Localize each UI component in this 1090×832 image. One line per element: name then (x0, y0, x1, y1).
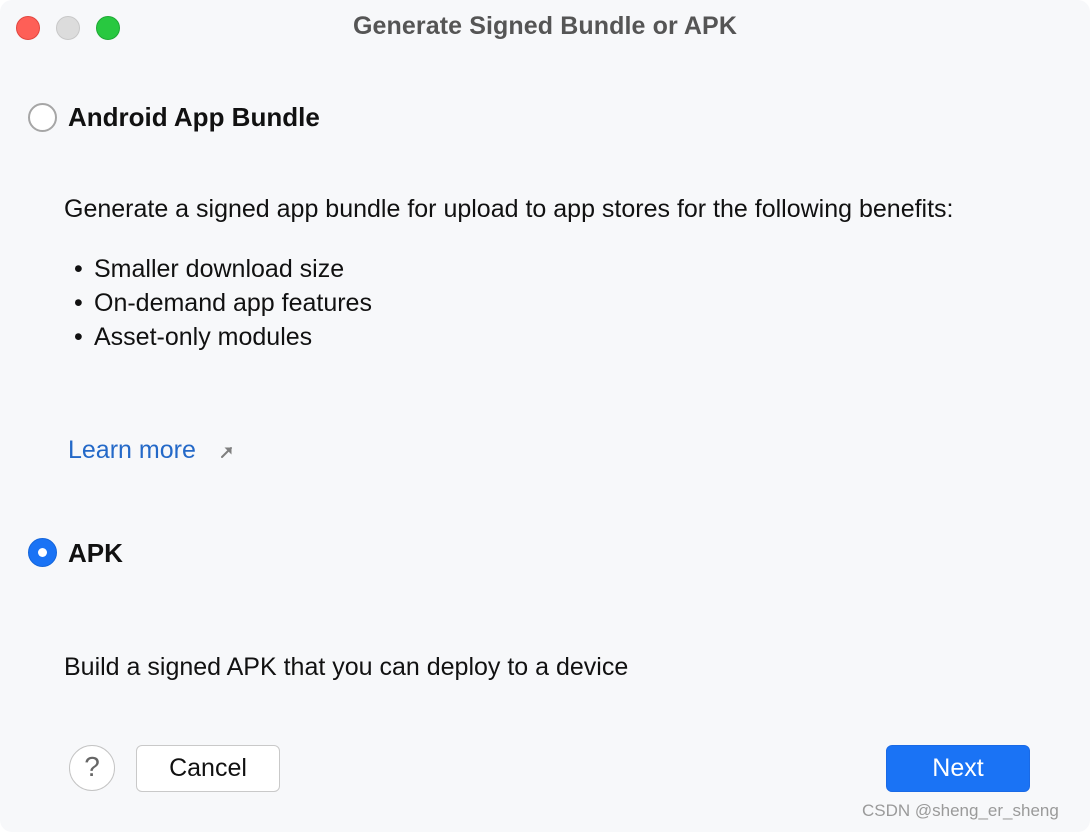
watermark-text: CSDN @sheng_er_sheng (862, 801, 1059, 820)
cancel-button[interactable]: Cancel (136, 745, 280, 792)
dialog-title: Generate Signed Bundle or APK (353, 12, 737, 40)
bullet-icon: • (74, 289, 83, 317)
help-button[interactable]: ? (69, 745, 115, 791)
list-item: • Asset-only modules (74, 323, 313, 351)
radio-apk[interactable] (28, 538, 57, 567)
radio-android-app-bundle[interactable] (28, 103, 57, 132)
question-mark-icon: ? (84, 751, 100, 782)
list-item: • Smaller download size (74, 255, 345, 283)
learn-more-link[interactable]: Learn more (68, 436, 196, 465)
apk-description: Build a signed APK that you can deploy t… (64, 653, 629, 681)
radio-selected-dot-icon (38, 548, 47, 557)
title-bar: Generate Signed Bundle or APK (0, 0, 1090, 56)
external-link-arrow-icon[interactable] (219, 444, 235, 460)
bullet-icon: • (74, 255, 83, 283)
option-label-apk[interactable]: APK (68, 538, 123, 569)
next-button[interactable]: Next (886, 745, 1030, 792)
bundle-description: Generate a signed app bundle for upload … (64, 195, 954, 223)
dialog-window: Generate Signed Bundle or APK Android Ap… (0, 0, 1090, 832)
list-item: • On-demand app features (74, 289, 372, 317)
bullet-icon: • (74, 323, 83, 351)
bundle-benefits-list: • Smaller download size • On-demand app fe… (74, 254, 372, 356)
option-label-android-app-bundle[interactable]: Android App Bundle (68, 102, 320, 133)
